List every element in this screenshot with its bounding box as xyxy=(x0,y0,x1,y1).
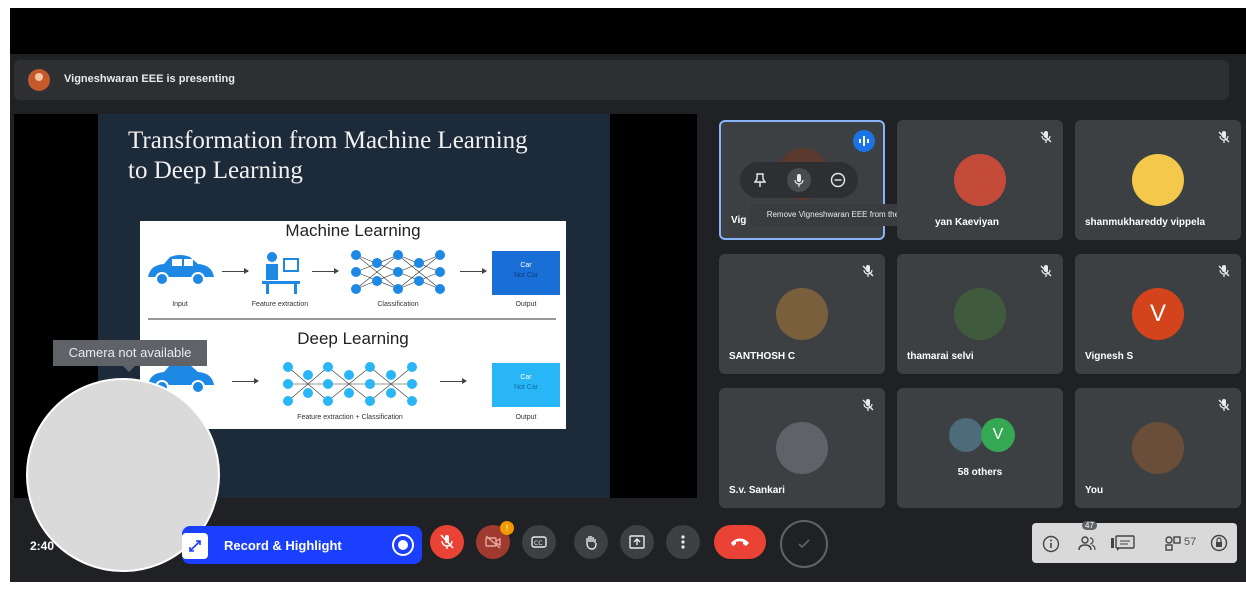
meeting-time: 2:40 xyxy=(30,539,55,553)
participant-count: 57 xyxy=(1184,536,1197,548)
arrow xyxy=(440,378,467,384)
output-car: Car xyxy=(520,262,532,269)
participant-name: yan Kaeviyan xyxy=(935,217,999,228)
record-label: Record & Highlight xyxy=(224,538,342,553)
avatar-initial: V xyxy=(981,418,1015,452)
others-count: 58 others xyxy=(957,467,1003,478)
avatar xyxy=(949,418,983,452)
record-highlight-button[interactable]: Record & Highlight xyxy=(182,526,422,564)
pin-icon[interactable] xyxy=(748,168,772,192)
output-box: Car Not Car xyxy=(492,363,560,407)
ml-dl-diagram: Machine Learning Car Not Car Input Featu… xyxy=(140,221,566,429)
mic-icon[interactable] xyxy=(787,168,811,192)
presenting-text: Vigneshwaran EEE is presenting xyxy=(64,73,235,85)
people-icon[interactable] xyxy=(1078,535,1096,551)
camera-off-icon[interactable]: ! xyxy=(476,521,514,559)
participant-tile[interactable]: SANTHOSH C xyxy=(719,254,885,374)
deep-net-icon xyxy=(283,362,417,406)
avatar xyxy=(1132,154,1184,206)
arrow xyxy=(460,268,487,274)
output-not-car: Not Car xyxy=(513,384,539,391)
output-box: Car Not Car xyxy=(492,251,560,295)
participant-tile[interactable]: yan Kaeviyan xyxy=(897,120,1063,240)
more-icon[interactable] xyxy=(666,525,700,559)
participant-name: Vig xyxy=(731,215,747,226)
mic-muted-icon xyxy=(1040,265,1052,277)
captions-icon[interactable]: CC xyxy=(522,525,556,559)
participant-name: thamarai selvi xyxy=(907,351,974,362)
caption-output: Output xyxy=(515,301,537,308)
end-call-icon[interactable] xyxy=(714,525,766,559)
slide-title-line-2: to Deep Learning xyxy=(128,157,303,184)
output-not-car: Not Car xyxy=(513,272,539,279)
slide-title-line-1: Transformation from Machine Learning xyxy=(128,127,528,154)
mic-muted-icon xyxy=(1218,399,1230,411)
svg-text:CC: CC xyxy=(534,540,542,547)
remove-icon[interactable] xyxy=(826,168,850,192)
raise-hand-icon[interactable] xyxy=(574,525,608,559)
expand-icon[interactable] xyxy=(182,533,208,559)
activities-icon[interactable] xyxy=(1164,535,1182,551)
tile-hover-actions xyxy=(740,162,858,198)
neural-net-icon xyxy=(351,250,445,294)
avatar xyxy=(954,154,1006,206)
present-icon[interactable] xyxy=(620,525,654,559)
mic-muted-icon[interactable] xyxy=(430,525,464,559)
caption-feature-classification: Feature extraction + Classification xyxy=(297,414,403,421)
warning-badge: ! xyxy=(500,521,514,535)
participant-tile[interactable]: S.v. Sankari xyxy=(719,388,885,508)
arrow xyxy=(232,378,259,384)
top-band xyxy=(10,8,1246,54)
lock-icon[interactable] xyxy=(1210,534,1228,552)
caption-input: Input xyxy=(172,301,188,308)
slide-title: Transformation from Machine Learning to … xyxy=(128,126,598,186)
output-car: Car xyxy=(520,374,532,381)
mic-muted-icon xyxy=(1218,265,1230,277)
caption-classification: Classification xyxy=(377,301,419,308)
participant-tile[interactable]: V Vignesh S xyxy=(1075,254,1241,374)
divider xyxy=(148,318,556,320)
info-icon[interactable] xyxy=(1042,535,1060,553)
activity-ring xyxy=(780,520,828,568)
avatar xyxy=(776,288,828,340)
mic-muted-icon xyxy=(1218,131,1230,143)
participant-tile-self[interactable]: You xyxy=(1075,388,1241,508)
participant-tile[interactable]: shanmukhareddy vippela xyxy=(1075,120,1241,240)
avatar xyxy=(954,288,1006,340)
avatar-initial: V xyxy=(1132,288,1184,340)
camera-unavailable-label: Camera not available xyxy=(53,340,207,372)
arrow xyxy=(312,268,339,274)
participant-name: Vignesh S xyxy=(1085,351,1134,362)
participant-name: S.v. Sankari xyxy=(729,485,785,496)
caption-feature: Feature extraction xyxy=(251,301,309,308)
chat-icon[interactable] xyxy=(1110,535,1138,551)
arrow xyxy=(222,268,249,274)
participant-tile-others[interactable]: V 58 others xyxy=(897,388,1063,508)
ml-heading: Machine Learning xyxy=(285,221,421,240)
avatar xyxy=(1132,422,1184,474)
presenting-bar: Vigneshwaran EEE is presenting xyxy=(14,60,1229,100)
caption-output: Output xyxy=(515,414,537,421)
car-icon xyxy=(148,255,214,286)
avatar xyxy=(776,422,828,474)
mic-muted-icon xyxy=(862,265,874,277)
participant-name: SANTHOSH C xyxy=(729,351,796,362)
participant-count-badge: 47 xyxy=(1082,521,1097,530)
participant-tile[interactable]: thamarai selvi xyxy=(897,254,1063,374)
speaker-icon xyxy=(853,130,875,152)
mic-muted-icon xyxy=(1040,131,1052,143)
person-desk-icon xyxy=(262,252,300,294)
participant-name: You xyxy=(1085,485,1104,496)
record-icon[interactable] xyxy=(392,534,414,556)
mic-muted-icon xyxy=(862,399,874,411)
participant-name: shanmukhareddy vippela xyxy=(1085,217,1206,228)
meeting-details-panel: 47 57 xyxy=(1032,521,1237,563)
presenter-avatar xyxy=(28,69,50,91)
